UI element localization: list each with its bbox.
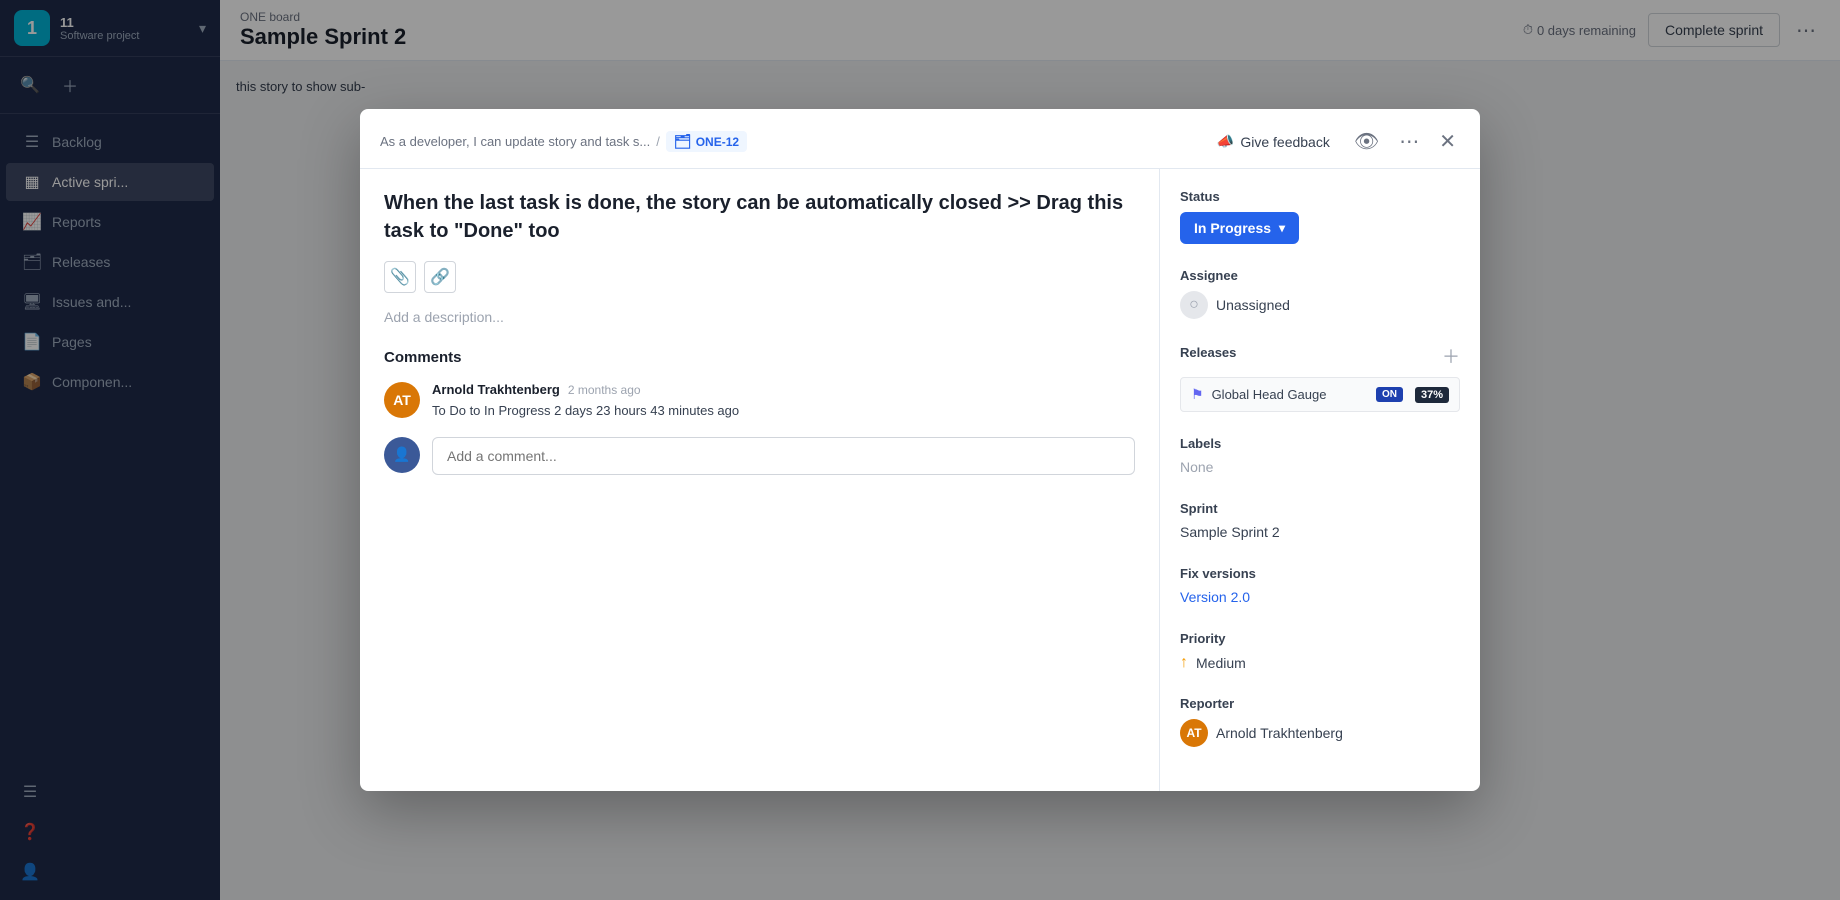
add-comment-row: 👤 <box>384 437 1135 475</box>
breadcrumb-separator: / <box>656 134 660 149</box>
watch-icon[interactable]: 👁 <box>1350 125 1383 158</box>
current-user-avatar: 👤 <box>384 437 420 473</box>
priority-value: Medium <box>1196 655 1246 671</box>
assignee-row[interactable]: ○ Unassigned <box>1180 291 1460 319</box>
releases-label: Releases <box>1180 345 1236 360</box>
sprint-label: Sprint <box>1180 501 1460 516</box>
add-comment-input[interactable] <box>432 437 1135 475</box>
comment-item: AT Arnold Trakhtenberg 2 months ago To D… <box>384 382 1135 421</box>
comment-avatar: AT <box>384 382 420 418</box>
comments-section: Comments AT Arnold Trakhtenberg 2 months… <box>384 349 1135 475</box>
link-icon: 🔗 <box>430 267 450 287</box>
issue-title: When the last task is done, the story ca… <box>384 189 1135 245</box>
reporter-section: Reporter AT Arnold Trakhtenberg <box>1180 696 1460 747</box>
ticket-badge: 🗂 ONE-12 <box>666 131 747 152</box>
attach-icon: 📎 <box>390 267 410 287</box>
fix-version-link[interactable]: Version 2.0 <box>1180 589 1250 605</box>
releases-header: Releases ＋ <box>1180 343 1460 369</box>
sprint-section: Sprint Sample Sprint 2 <box>1180 501 1460 542</box>
modal-right-panel: Status In Progress ▾ Assignee ○ Unassign… <box>1160 169 1480 791</box>
reporter-row: AT Arnold Trakhtenberg <box>1180 719 1460 747</box>
release-item[interactable]: ⚑ Global Head Gauge ON 37% <box>1180 377 1460 412</box>
modal-header-actions: 📣 Give feedback 👁 ⋯ ✕ <box>1209 125 1460 158</box>
status-label: Status <box>1180 189 1460 204</box>
give-feedback-button[interactable]: 📣 Give feedback <box>1209 129 1338 154</box>
current-user-icon: 👤 <box>393 446 410 463</box>
attach-button[interactable]: 📎 <box>384 261 416 293</box>
sprint-value: Sample Sprint 2 <box>1180 524 1280 540</box>
description-field[interactable]: Add a description... <box>384 309 1135 325</box>
modal-body: When the last task is done, the story ca… <box>360 169 1480 791</box>
comment-time: 2 months ago <box>568 383 641 397</box>
comment-content: Arnold Trakhtenberg 2 months ago To Do t… <box>432 382 1135 421</box>
labels-section: Labels None <box>1180 436 1460 477</box>
fix-versions-section: Fix versions Version 2.0 <box>1180 566 1460 607</box>
assignee-label: Assignee <box>1180 268 1460 283</box>
modal-dialog: As a developer, I can update story and t… <box>360 109 1480 791</box>
reporter-avatar: AT <box>1180 719 1208 747</box>
link-button[interactable]: 🔗 <box>424 261 456 293</box>
reporter-label: Reporter <box>1180 696 1460 711</box>
breadcrumb-link[interactable]: As a developer, I can update story and t… <box>380 134 650 149</box>
assignee-avatar: ○ <box>1180 291 1208 319</box>
modal-overlay[interactable]: As a developer, I can update story and t… <box>0 0 1840 900</box>
reporter-name: Arnold Trakhtenberg <box>1216 725 1343 741</box>
ellipsis-icon[interactable]: ⋯ <box>1395 125 1423 158</box>
labels-label: Labels <box>1180 436 1460 451</box>
close-icon[interactable]: ✕ <box>1435 125 1460 158</box>
ticket-id: ONE-12 <box>696 135 739 149</box>
status-chevron-icon: ▾ <box>1279 221 1285 235</box>
release-status-badge: ON <box>1376 387 1403 402</box>
priority-icon: ↑ <box>1180 654 1188 672</box>
comment-meta: Arnold Trakhtenberg 2 months ago <box>432 382 1135 397</box>
modal-header: As a developer, I can update story and t… <box>360 109 1480 169</box>
fix-versions-label: Fix versions <box>1180 566 1460 581</box>
status-section: Status In Progress ▾ <box>1180 189 1460 244</box>
priority-section: Priority ↑ Medium <box>1180 631 1460 672</box>
modal-left-panel: When the last task is done, the story ca… <box>360 169 1160 791</box>
release-flag-icon: ⚑ <box>1191 386 1204 403</box>
comments-heading: Comments <box>384 349 1135 366</box>
priority-label: Priority <box>1180 631 1460 646</box>
ticket-icon: 🗂 <box>674 133 692 150</box>
releases-section: Releases ＋ ⚑ Global Head Gauge ON 37% <box>1180 343 1460 412</box>
status-button[interactable]: In Progress ▾ <box>1180 212 1299 244</box>
unassigned-icon: ○ <box>1189 296 1199 314</box>
modal-toolbar: 📎 🔗 <box>384 261 1135 293</box>
priority-row[interactable]: ↑ Medium <box>1180 654 1460 672</box>
assignee-name: Unassigned <box>1216 297 1290 313</box>
feedback-icon: 📣 <box>1217 133 1234 150</box>
release-progress-badge: 37% <box>1415 387 1449 403</box>
modal-breadcrumb: As a developer, I can update story and t… <box>380 131 747 152</box>
assignee-section: Assignee ○ Unassigned <box>1180 268 1460 319</box>
comment-author: Arnold Trakhtenberg <box>432 382 560 397</box>
comment-text: To Do to In Progress 2 days 23 hours 43 … <box>432 401 1135 421</box>
labels-value: None <box>1180 459 1213 475</box>
status-value: In Progress <box>1194 220 1271 236</box>
releases-add-button[interactable]: ＋ <box>1442 343 1460 369</box>
release-name: Global Head Gauge <box>1212 387 1368 402</box>
commenter-avatar-img: AT <box>384 382 420 418</box>
